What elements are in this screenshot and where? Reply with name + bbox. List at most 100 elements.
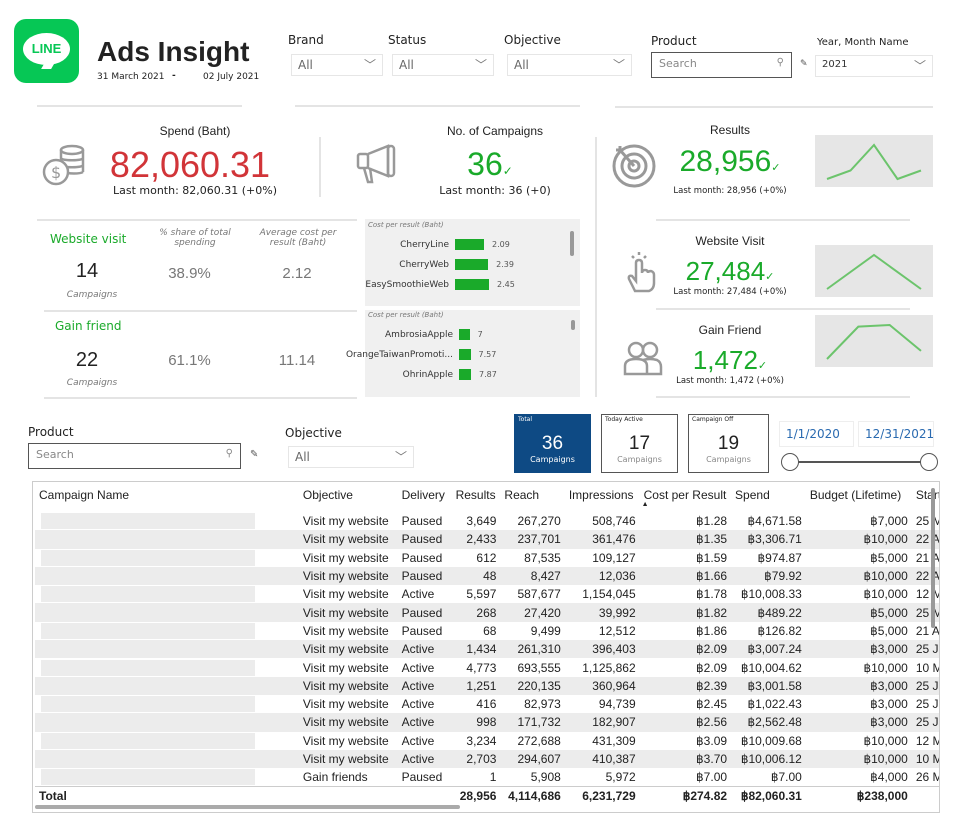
cell: ฿3,001.58: [731, 676, 806, 695]
total-cell: Total: [39, 788, 67, 803]
card-total-campaigns[interactable]: Total 36 Campaigns: [514, 414, 591, 473]
column-header[interactable]: Results: [452, 488, 501, 512]
year-month-dropdown[interactable]: 2021 ﹀: [815, 55, 933, 77]
vertical-scrollbar[interactable]: [931, 488, 935, 628]
cell: Active: [401, 697, 435, 712]
column-header[interactable]: Campaign Name: [35, 488, 299, 512]
date-start-input[interactable]: 1/1/2020: [779, 421, 854, 447]
year-month-label: Year, Month Name: [817, 37, 909, 48]
table-row[interactable]: Visit my website Paused 268 27,420 39,992 ฿1.…: [35, 603, 939, 622]
cell: Visit my website: [298, 566, 398, 586]
scrollbar[interactable]: [570, 231, 574, 256]
divider: [37, 219, 357, 221]
cell: 22 April 2: [911, 530, 939, 549]
cell: [35, 749, 299, 769]
redacted-campaign-name: [41, 622, 255, 639]
cell: 268: [451, 603, 501, 622]
column-header[interactable]: Reach: [500, 488, 564, 512]
total-cell: ฿274.82: [682, 788, 728, 803]
table-row[interactable]: Visit my website Active 1,434 261,310 396,40…: [35, 640, 939, 659]
spend-last-month: Last month: 82,060.31 (+0%): [112, 184, 278, 197]
cell: 1,154,045: [582, 587, 636, 602]
brand-dropdown[interactable]: All ﹀: [291, 54, 383, 76]
cell: ฿10,006.12: [731, 749, 806, 769]
table-row[interactable]: Visit my website Active 2,703 294,607 410,38…: [35, 749, 939, 769]
cell: ฿1.59: [696, 550, 728, 565]
column-header[interactable]: Cost per Result ▲: [640, 488, 731, 512]
cell: 294,607: [500, 749, 565, 769]
total-cell: [398, 786, 452, 804]
cell: 3,649: [466, 514, 497, 529]
divider: [44, 397, 357, 399]
bar: [455, 259, 489, 270]
objective-dropdown[interactable]: All ﹀: [507, 54, 632, 76]
svg-text:$: $: [51, 163, 61, 182]
sparkline-results: [815, 135, 933, 187]
table-row[interactable]: Visit my website Active 4,773 693,555 1,125,…: [35, 658, 939, 676]
table-row[interactable]: Visit my website Paused 612 87,535 109,127 ฿1…: [35, 549, 940, 567]
column-header[interactable]: Delivery: [398, 488, 452, 512]
cell: 1,251: [451, 676, 501, 695]
column-header[interactable]: Objective: [299, 488, 398, 512]
cell: 612: [476, 550, 497, 565]
cell: 2,703: [451, 749, 501, 769]
column-header[interactable]: Spend: [731, 488, 806, 512]
eraser-icon[interactable]: ✎: [800, 59, 808, 69]
cell: 361,476: [564, 530, 640, 549]
cell: 1: [489, 770, 497, 785]
card-today-active[interactable]: Today Active 17 Campaigns: [601, 414, 678, 473]
table-row[interactable]: Visit my website Active 1,251 220,135 360,96…: [35, 676, 939, 695]
bar-row: AmbrosiaApple 7: [345, 329, 565, 340]
date-end-input[interactable]: 12/31/2021: [858, 421, 934, 447]
cell: 25 March: [915, 514, 939, 529]
cell: 4,773: [466, 660, 497, 675]
cell: ฿2.09: [696, 660, 728, 675]
cell: ฿489.22: [731, 603, 806, 622]
total-cell: [912, 786, 939, 804]
date-slider-start-handle[interactable]: [781, 453, 799, 471]
table-row[interactable]: Visit my website Paused 3,649 267,270 508,74…: [35, 512, 939, 530]
status-dropdown[interactable]: All ﹀: [392, 54, 494, 76]
cell: 587,677: [517, 587, 561, 602]
objective-label: Objective: [504, 33, 561, 47]
product-search-input-2[interactable]: Search ⚲: [28, 443, 241, 469]
cell: 25 June 2: [915, 697, 939, 712]
cell: 48: [451, 566, 501, 586]
cell: ฿3,306.71: [731, 530, 806, 549]
cell: ฿10,000: [805, 749, 912, 769]
column-header[interactable]: Budget (Lifetime): [806, 488, 912, 512]
cell: [35, 768, 299, 786]
objective-dropdown-2[interactable]: All ﹀: [288, 446, 414, 468]
cell: Visit my website: [298, 749, 398, 769]
column-header[interactable]: Start date: [912, 488, 939, 512]
column-header[interactable]: Impressions: [565, 488, 640, 512]
table-row[interactable]: Visit my website Active 416 82,973 94,739 ฿2.…: [35, 695, 939, 713]
table-row[interactable]: Visit my website Active 3,234 272,688 431,30…: [35, 732, 939, 750]
eraser-icon[interactable]: ✎: [250, 449, 258, 460]
horizontal-scrollbar[interactable]: [35, 805, 460, 809]
table-row[interactable]: Visit my website Active 5,597 587,677 1,154,…: [35, 585, 939, 603]
status-label: Status: [388, 33, 427, 47]
cell: 261,310: [500, 640, 565, 659]
cell: [35, 622, 299, 640]
redacted-campaign-name: [41, 714, 255, 731]
target-icon: [610, 140, 658, 192]
table-row[interactable]: Visit my website Active 998 171,732 182,907 ฿…: [35, 713, 939, 732]
cell: ฿1.82: [639, 603, 732, 622]
bar-label: CherryLine: [400, 239, 449, 250]
scrollbar[interactable]: [571, 320, 575, 330]
table-row[interactable]: Gain friends Paused 1 5,908 5,972 ฿7.00 ฿7.00 ฿…: [35, 768, 939, 786]
date-slider-end-handle[interactable]: [920, 453, 938, 471]
cell: 5,597: [466, 587, 497, 602]
cell: Paused: [401, 623, 443, 638]
cell: 396,403: [564, 640, 640, 659]
cell: 25 June 2: [911, 640, 939, 659]
table-row[interactable]: Visit my website Paused 68 9,499 12,512 ฿1.86…: [35, 622, 939, 640]
cell: 21 April 2: [915, 550, 940, 565]
redacted-campaign-name: [41, 513, 255, 530]
divider: [615, 106, 933, 108]
product-search-input[interactable]: Search ⚲: [651, 52, 792, 78]
table-row[interactable]: Visit my website Paused 2,433 237,701 361,47…: [35, 530, 939, 549]
table-row[interactable]: Visit my website Paused 48 8,427 12,036 ฿1.66…: [35, 566, 939, 586]
card-campaign-off[interactable]: Campaign Off 19 Campaigns: [688, 414, 769, 473]
